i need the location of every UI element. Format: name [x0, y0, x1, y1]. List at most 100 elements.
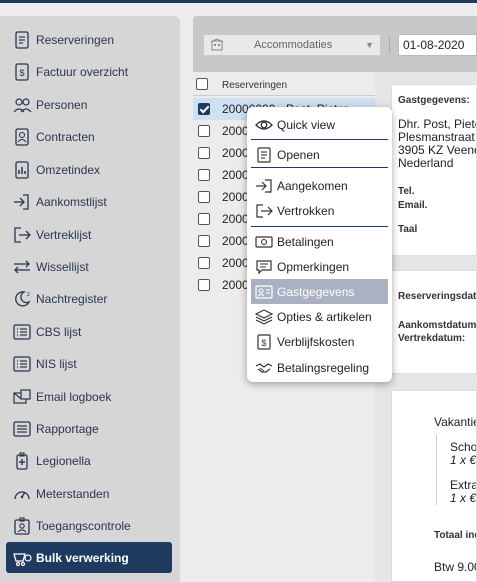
contract-icon	[10, 126, 34, 148]
context-menu-label: Opmerkingen	[277, 259, 350, 274]
departure-icon	[10, 224, 34, 246]
context-menu-label: Verblijfskosten	[277, 334, 355, 349]
reservation-card: Reserveringsdatum: Aankomstdatum: Vertre…	[391, 270, 477, 374]
context-menu-label: Openen	[277, 147, 320, 162]
row-checkbox[interactable]	[198, 257, 210, 269]
guest-card-icon	[254, 283, 274, 301]
reservation-number: 2000	[222, 146, 249, 160]
sidebar-item-label: CBS lijst	[36, 324, 82, 339]
chart-doc-icon	[10, 159, 34, 181]
context-menu-label: Quick view	[277, 117, 336, 132]
svg-text:$: $	[19, 68, 24, 78]
context-menu-label: Betalingsregeling	[277, 360, 370, 375]
list-header: Reserveringen	[193, 72, 375, 96]
sidebar-item-nis-lijst[interactable]: NIS lijst	[6, 348, 172, 379]
item1-qty: 1 x €	[450, 453, 477, 467]
reservation-number: 2000	[222, 190, 249, 204]
context-menu-item-betalingen[interactable]: Betalingen	[251, 229, 388, 254]
sidebar-item-wissellijst[interactable]: Wissellijst	[6, 251, 172, 282]
toolbar-divider	[389, 36, 390, 54]
date-value: 01-08-2020	[403, 38, 465, 52]
gauge-icon	[10, 483, 34, 505]
sidebar-item-email-logboek[interactable]: Email logboek	[6, 381, 172, 412]
context-menu-item-gastgegevens[interactable]: Gastgegevens	[251, 279, 388, 304]
sidebar-item-label: Reserveringen	[36, 32, 115, 47]
row-checkbox[interactable]	[198, 125, 210, 137]
sidebar-item-label: Factuur overzicht	[36, 64, 129, 79]
open-doc-icon	[254, 146, 274, 164]
sidebar-item-contracten[interactable]: Contracten	[6, 121, 172, 152]
departed-icon	[254, 202, 274, 220]
invoice-icon: $	[10, 61, 34, 83]
context-menu-item-openen[interactable]: Openen	[251, 142, 388, 167]
sidebar-item-label: Nachtregister	[36, 291, 108, 306]
row-checkbox[interactable]	[198, 213, 210, 225]
guest-country: Nederland	[398, 156, 454, 170]
sidebar-item-nachtregister[interactable]: z Nachtregister	[6, 283, 172, 314]
sidebar-item-meterstanden[interactable]: Meterstanden	[6, 478, 172, 509]
context-menu-label: Vertrokken	[277, 203, 335, 218]
money-icon	[254, 233, 274, 251]
report-icon	[10, 418, 34, 440]
layers-icon	[254, 308, 274, 326]
accommodation-select-label: Accommodaties	[254, 39, 333, 51]
sidebar-item-label: Contracten	[36, 129, 95, 144]
invoice-items	[436, 435, 437, 505]
list-icon	[10, 353, 34, 375]
context-menu-label: Opties & artikelen	[277, 309, 372, 324]
row-checkbox[interactable]	[198, 191, 210, 203]
arrived-icon	[254, 177, 274, 195]
sidebar-item-rapportage[interactable]: Rapportage	[6, 413, 172, 444]
context-menu-label: Betalingen	[277, 234, 334, 249]
context-menu-item-opmerkingen[interactable]: Opmerkingen	[251, 254, 388, 279]
sidebar-item-aankomstlijst[interactable]: Aankomstlijst	[6, 186, 172, 217]
sidebar-item-legionella[interactable]: Legionella	[6, 445, 172, 476]
sidebar-item-bulk-verwerking[interactable]: Bulk verwerking	[6, 542, 172, 573]
row-checkbox[interactable]	[198, 235, 210, 247]
swap-icon	[10, 256, 34, 278]
context-menu-label: Aangekomen	[277, 178, 348, 193]
sidebar-item-label: Toegangscontrole	[36, 518, 131, 533]
context-menu-item-betalingsregeling[interactable]: Betalingsregeling	[251, 355, 388, 380]
row-checkbox[interactable]	[198, 147, 210, 159]
document-icon	[10, 29, 34, 51]
email-label: Email.	[398, 200, 428, 211]
guest-title: Gastgegevens:	[398, 95, 470, 106]
total-label: Totaal incl.	[434, 530, 476, 541]
context-menu-item-aangekomen[interactable]: Aangekomen	[251, 173, 388, 198]
handshake-icon	[254, 359, 274, 377]
row-checkbox[interactable]	[198, 169, 210, 181]
context-menu-divider	[251, 167, 388, 168]
reservation-number: 2000	[222, 212, 249, 226]
reservation-number: 2000	[222, 124, 249, 138]
row-checkbox[interactable]	[198, 279, 210, 291]
legionella-icon	[10, 450, 34, 472]
select-all-checkbox[interactable]	[196, 78, 208, 90]
arrival-icon	[10, 191, 34, 213]
guest-card: Gastgegevens: Dhr. Post, Pieter Plesmans…	[391, 84, 477, 256]
sidebar-item-reserveringen[interactable]: Reserveringen	[6, 24, 172, 55]
date-input[interactable]: 01-08-2020	[398, 34, 477, 56]
context-menu-item-quick-view[interactable]: Quick view	[251, 112, 388, 137]
row-checkbox[interactable]	[198, 103, 210, 115]
context-menu-item-verblijfskosten[interactable]: $ Verblijfskosten	[251, 329, 388, 354]
accommodation-select[interactable]: Accommodaties ▼	[203, 34, 381, 56]
arrival-label: Aankomstdatum:	[398, 320, 477, 331]
sidebar-item-label: Bulk verwerking	[36, 550, 129, 565]
reservation-number: 2000	[222, 278, 249, 292]
email-log-icon	[10, 386, 34, 408]
sidebar-item-omzetindex[interactable]: Omzetindex	[6, 154, 172, 185]
sidebar-item-factuur-overzicht[interactable]: $ Factuur overzicht	[6, 56, 172, 87]
vat-label: Btw 9.00%	[434, 560, 476, 574]
top-bar	[0, 0, 477, 3]
sidebar-item-vertreklijst[interactable]: Vertreklijst	[6, 219, 172, 250]
context-menu-item-vertrokken[interactable]: Vertrokken	[251, 198, 388, 223]
sidebar-item-toegangscontrole[interactable]: Toegangscontrole	[6, 510, 172, 541]
sidebar-item-label: Vertreklijst	[36, 227, 92, 242]
list-icon	[10, 321, 34, 343]
sidebar-item-personen[interactable]: Personen	[6, 89, 172, 120]
people-icon	[10, 94, 34, 116]
context-menu-item-opties-artikelen[interactable]: Opties & artikelen	[251, 304, 388, 329]
sidebar-item-cbs-lijst[interactable]: CBS lijst	[6, 316, 172, 347]
eye-icon	[254, 116, 274, 134]
